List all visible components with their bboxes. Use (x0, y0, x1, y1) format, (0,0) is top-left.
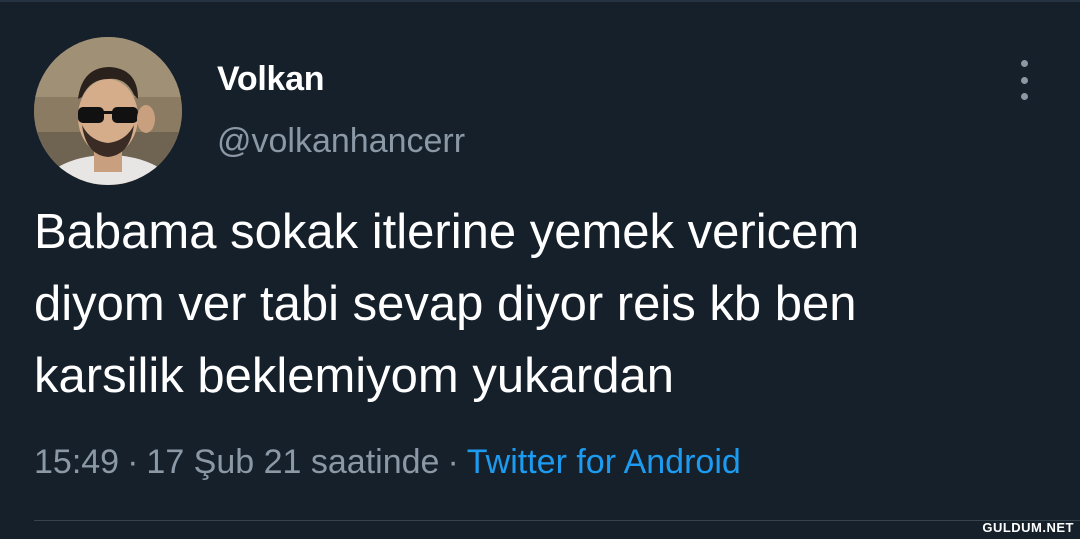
tweet-date[interactable]: 17 Şub 21 saatinde (146, 443, 439, 481)
tweet-text: Babama sokak itlerine yemek vericem diyo… (34, 205, 860, 403)
tweet-time[interactable]: 15:49 (34, 443, 119, 481)
display-name[interactable]: Volkan (217, 60, 324, 99)
more-dot (1020, 76, 1028, 84)
tweet-card: Volkan @volkanhancerr Babama sokak itler… (0, 0, 1080, 539)
meta-separator: · (447, 443, 459, 481)
bottom-divider (34, 520, 1080, 521)
avatar-image (34, 37, 182, 185)
user-handle[interactable]: @volkanhancerr (217, 122, 465, 161)
watermark: GULDUM.NET (982, 520, 1074, 535)
more-dot (1020, 60, 1028, 67)
tweet-meta: 15:49 · 17 Şub 21 saatinde · Twitter for And… (34, 443, 741, 482)
tweet-source-link[interactable]: Twitter for Android (467, 443, 741, 481)
avatar[interactable] (34, 37, 182, 185)
more-vertical-icon[interactable] (1009, 60, 1039, 100)
more-dot (1020, 93, 1028, 100)
meta-separator: · (127, 443, 139, 481)
top-divider (0, 0, 1080, 2)
